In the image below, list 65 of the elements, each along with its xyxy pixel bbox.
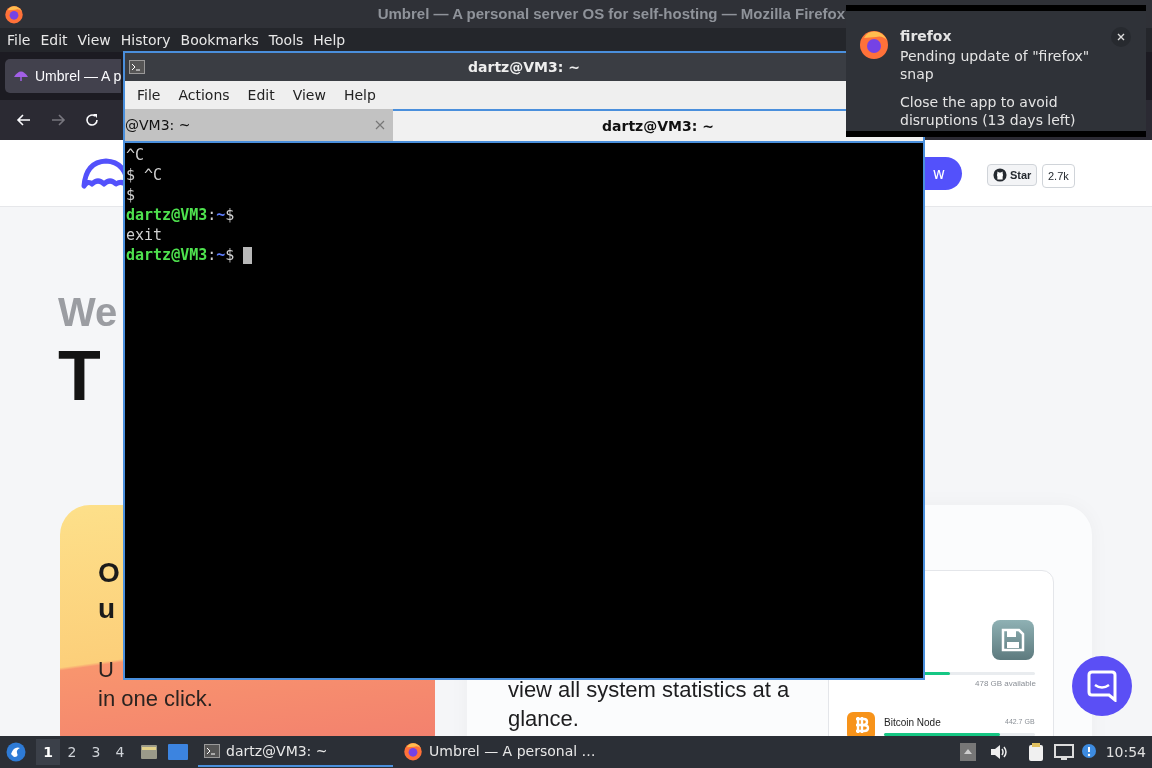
chat-button[interactable] xyxy=(1072,656,1132,716)
clipboard-icon[interactable] xyxy=(1027,742,1044,762)
card-text: view all system statistics at a glance. xyxy=(508,676,791,733)
terminal-line: $ ^C xyxy=(126,165,163,185)
terminal-line: ^C xyxy=(126,145,145,165)
menu-item[interactable]: View xyxy=(72,32,116,48)
notification-icon[interactable] xyxy=(1079,743,1098,761)
start-menu-icon[interactable] xyxy=(6,742,26,762)
umbrella-icon xyxy=(13,70,29,82)
card-heading: u xyxy=(98,592,117,626)
menu-item[interactable]: File xyxy=(2,32,36,48)
terminal-prompt: dartz@VM3:~$ xyxy=(126,245,235,265)
workspace-button[interactable]: 2 xyxy=(60,739,84,765)
terminal-prompt: dartz@VM3:~$ xyxy=(126,205,235,225)
workspace-button[interactable]: 3 xyxy=(84,739,108,765)
browser-tab[interactable]: Umbrel — A p xyxy=(5,59,122,93)
workspace-button[interactable]: 1 xyxy=(36,739,60,765)
firefox-icon xyxy=(858,28,890,60)
notification-message: Pending update of "firefox" snap xyxy=(900,47,1091,83)
firefox-icon xyxy=(403,741,423,761)
clock: 10:54 xyxy=(1105,744,1146,760)
terminal-line: exit xyxy=(126,225,163,245)
volume-icon[interactable] xyxy=(989,744,1008,760)
window-title: dartz@VM3: ~ xyxy=(467,59,581,75)
card-text: in one click. xyxy=(98,685,213,713)
header-button[interactable]: w xyxy=(925,157,962,190)
taskbar-button[interactable]: dartz@VM3: ~ xyxy=(198,737,393,767)
close-button[interactable] xyxy=(1111,27,1131,47)
folder-icon[interactable] xyxy=(140,743,158,761)
menu-item[interactable]: Help xyxy=(308,32,351,48)
github-icon xyxy=(993,168,1007,182)
section-eyebrow: We xyxy=(58,290,118,335)
taskbar-button[interactable]: Umbrel — A personal … xyxy=(397,737,602,767)
storage-reading: 478 GB available xyxy=(975,679,1036,688)
workspace-button[interactable]: 4 xyxy=(108,739,132,765)
notification-app: firefox xyxy=(900,28,953,44)
network-icon[interactable] xyxy=(1053,744,1074,760)
terminal-icon xyxy=(129,59,145,75)
forward-icon[interactable] xyxy=(50,112,66,128)
card-heading: O xyxy=(98,556,120,590)
section-headline: T xyxy=(58,336,101,416)
github-star-button[interactable]: Star xyxy=(987,164,1038,186)
back-icon[interactable] xyxy=(16,112,32,128)
menu-item[interactable]: Actions xyxy=(169,87,239,103)
window-title: Umbrel — A personal server OS for self-hosting — Mozilla Firefox xyxy=(376,5,845,22)
reload-icon[interactable] xyxy=(84,112,100,128)
menu-item[interactable]: Edit xyxy=(238,87,284,103)
close-icon xyxy=(1117,33,1125,41)
menu-item[interactable]: Edit xyxy=(35,32,73,48)
terminal-line: $ xyxy=(126,185,136,205)
menu-item[interactable]: Bookmarks xyxy=(175,32,264,48)
menu-item[interactable]: Tools xyxy=(263,32,309,48)
terminal-icon xyxy=(204,743,220,759)
bitcoin-icon xyxy=(847,712,875,736)
terminal-tab[interactable]: @VM3: ~ xyxy=(125,109,393,141)
firefox-icon xyxy=(4,4,24,24)
close-icon[interactable] xyxy=(375,120,385,130)
menu-item[interactable]: File xyxy=(128,87,170,103)
app-name: Bitcoin Node xyxy=(884,717,941,728)
chat-icon xyxy=(1087,670,1117,702)
card-text: U xyxy=(98,656,115,684)
menu-item[interactable]: Help xyxy=(334,87,385,103)
menu-item[interactable]: History xyxy=(115,32,176,48)
star-count: 2.7k xyxy=(1042,164,1075,188)
menu-item[interactable]: View xyxy=(283,87,335,103)
